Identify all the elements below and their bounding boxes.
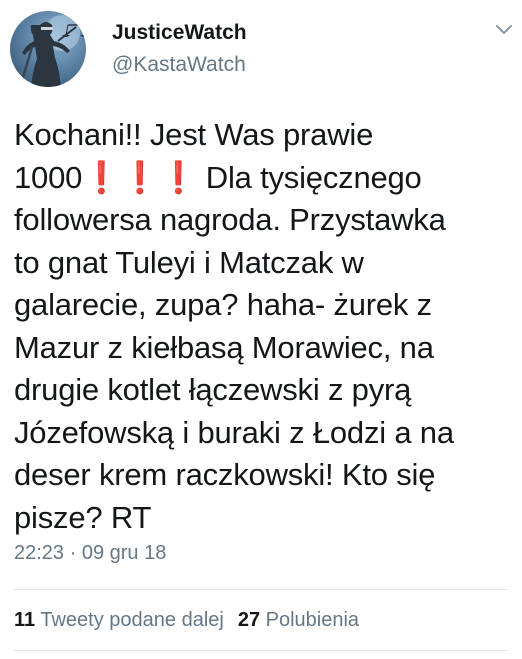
divider-bottom	[14, 650, 508, 651]
author-handle[interactable]: @KastaWatch	[112, 52, 246, 78]
author-display-name[interactable]: JusticeWatch	[112, 20, 247, 46]
retweets-count: 11	[14, 609, 36, 631]
chevron-down-icon[interactable]	[494, 20, 514, 40]
retweets-label: Tweety podane dalej	[40, 609, 224, 631]
divider	[14, 589, 508, 590]
likes-label: Polubienia	[265, 609, 360, 631]
tweet-timestamp[interactable]: 22:23 · 09 gru 18	[14, 540, 166, 566]
tweet-detail: JusticeWatch @KastaWatch Kochani!! Jest …	[0, 0, 522, 659]
avatar[interactable]	[10, 11, 86, 87]
retweets-stat[interactable]: 11 Tweety podane dalej	[14, 609, 224, 631]
likes-count: 27	[237, 609, 261, 631]
tweet-stats: 11 Tweety podane dalej 27 Polubienia	[14, 607, 359, 633]
lady-justice-statue-icon	[20, 15, 86, 87]
tweet-text: Kochani!! Jest Was prawie 1000❗❗❗ Dla ty…	[14, 117, 454, 535]
likes-stat[interactable]: 27 Polubienia	[238, 609, 359, 631]
